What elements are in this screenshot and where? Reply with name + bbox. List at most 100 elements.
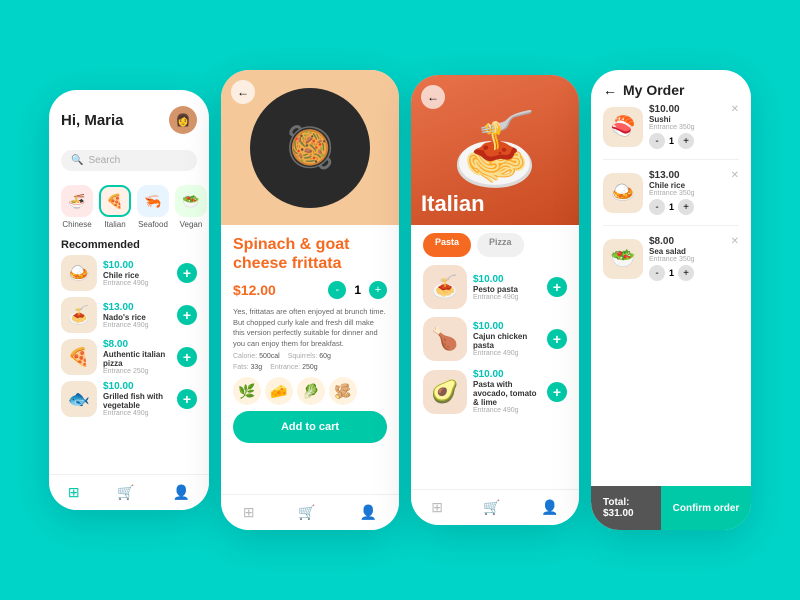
- food-list: 🍛 $10.00 Chile rice Entrance 490g + 🍝 $1…: [49, 255, 209, 417]
- nav-home-icon-3[interactable]: ⊞: [431, 499, 443, 516]
- food-thumb-0: 🍛: [61, 255, 97, 291]
- nav-profile-icon-3[interactable]: 👤: [541, 499, 558, 516]
- screens-container: Hi, Maria 👩 🔍 Search 🍜 Chinese 🍕 Italian…: [49, 70, 751, 530]
- search-bar[interactable]: 🔍 Search: [61, 150, 197, 171]
- list-item: 🍛 $10.00 Chile rice Entrance 490g +: [61, 255, 197, 291]
- food-info-2: $8.00 Authentic italian pizza Entrance 2…: [103, 339, 171, 375]
- back-button-2[interactable]: ←: [421, 85, 445, 109]
- order-decrease-1[interactable]: -: [649, 199, 665, 215]
- home-header: Hi, Maria 👩: [49, 90, 209, 142]
- nav-cart-icon-3[interactable]: 🛒: [483, 499, 500, 516]
- order-title: My Order: [623, 82, 684, 98]
- back-btn-order[interactable]: ←: [603, 82, 617, 98]
- add-button-1[interactable]: +: [177, 305, 197, 325]
- order-decrease-0[interactable]: -: [649, 133, 665, 149]
- remove-item-2[interactable]: ✕: [731, 236, 739, 247]
- nutrition-info: Calorie: 500cal Squirrels: 60g: [233, 353, 387, 360]
- food-sub-2: Entrance 250g: [103, 368, 171, 375]
- list-item: 🥑 $10.00 Pasta with avocado, tomato & li…: [423, 369, 567, 414]
- add-button-3[interactable]: +: [177, 389, 197, 409]
- add-button-2[interactable]: +: [177, 347, 197, 367]
- menu-add-btn-1[interactable]: +: [547, 329, 567, 349]
- menu-list: 🍝 $10.00 Pesto pasta Entrance 490g + 🍗 $…: [411, 265, 579, 414]
- greeting-row: Hi, Maria 👩: [61, 106, 197, 134]
- ingredient-1: 🧀: [265, 377, 293, 405]
- food-thumb-2: 🍕: [61, 339, 97, 375]
- menu-price-1: $10.00: [473, 321, 541, 332]
- category-italian[interactable]: 🍕 Italian: [99, 185, 131, 229]
- order-info-2: $8.00 Sea salad Entrance 350g - 1 +: [649, 236, 739, 281]
- menu-thumb-2: 🥑: [423, 370, 467, 414]
- order-sub-2: Entrance 350g: [649, 256, 739, 263]
- food-thumb-1: 🍝: [61, 297, 97, 333]
- order-name-0: Sushi: [649, 115, 739, 124]
- order-list: 🍣 $10.00 Sushi Entrance 350g - 1 + ✕ 🍛: [591, 104, 751, 281]
- dish-title: Spinach & goat cheese frittata: [233, 235, 387, 273]
- list-item: 🥗 $8.00 Sea salad Entrance 350g - 1 + ✕: [603, 236, 739, 281]
- menu-name-1: Cajun chicken pasta: [473, 332, 541, 350]
- menu-add-btn-2[interactable]: +: [547, 382, 567, 402]
- bottom-nav-1: ⊞ 🛒 👤: [49, 474, 209, 510]
- order-thumb-2: 🥗: [603, 239, 643, 279]
- ingredient-2: 🥬: [297, 377, 325, 405]
- food-price-2: $8.00: [103, 339, 171, 350]
- nutrition-calorie: Calorie: 500cal: [233, 353, 280, 360]
- menu-add-btn-0[interactable]: +: [547, 277, 567, 297]
- order-sub-0: Entrance 350g: [649, 124, 739, 131]
- menu-info-2: $10.00 Pasta with avocado, tomato & lime…: [473, 369, 541, 414]
- order-qty-num-2: 1: [669, 268, 674, 278]
- menu-name-2: Pasta with avocado, tomato & lime: [473, 380, 541, 407]
- menu-price-0: $10.00: [473, 274, 541, 285]
- menu-name-0: Pesto pasta: [473, 285, 541, 294]
- menu-sub-1: Entrance 490g: [473, 350, 541, 357]
- nav-home-icon[interactable]: ⊞: [68, 484, 80, 501]
- tab-pasta[interactable]: Pasta: [423, 233, 471, 257]
- food-info-1: $13.00 Nado's rice Entrance 490g: [103, 302, 171, 329]
- order-qty-0: - 1 +: [649, 133, 739, 149]
- category-tabs: Pasta Pizza: [411, 225, 579, 265]
- list-item: 🍝 $13.00 Nado's rice Entrance 490g +: [61, 297, 197, 333]
- add-to-cart-button[interactable]: Add to cart: [233, 411, 387, 443]
- category-chinese[interactable]: 🍜 Chinese: [61, 185, 93, 229]
- category-vegan[interactable]: 🥗 Vegan: [175, 185, 207, 229]
- confirm-order-button[interactable]: Confirm order: [661, 486, 751, 530]
- food-info-3: $10.00 Grilled fish with vegetable Entra…: [103, 381, 171, 417]
- category-icon-seafood: 🦐: [137, 185, 169, 217]
- nav-profile-icon[interactable]: 👤: [173, 484, 190, 501]
- categories-row: 🍜 Chinese 🍕 Italian 🦐 Seafood 🥗 Vegan: [49, 179, 209, 235]
- screen-category: 🍝 ← Italian Pasta Pizza 🍝 $10.00 Pesto p…: [411, 75, 579, 525]
- category-title: Italian: [421, 191, 485, 217]
- order-increase-2[interactable]: +: [678, 265, 694, 281]
- order-name-2: Sea salad: [649, 247, 739, 256]
- nav-cart-icon-2[interactable]: 🛒: [298, 504, 315, 521]
- bottom-nav-3: ⊞ 🛒 👤: [411, 489, 579, 525]
- list-item: 🍣 $10.00 Sushi Entrance 350g - 1 + ✕: [603, 104, 739, 149]
- remove-item-1[interactable]: ✕: [731, 170, 739, 181]
- order-thumb-0: 🍣: [603, 107, 643, 147]
- order-decrease-2[interactable]: -: [649, 265, 665, 281]
- qty-increase-btn[interactable]: +: [369, 281, 387, 299]
- list-item: 🍝 $10.00 Pesto pasta Entrance 490g +: [423, 265, 567, 309]
- category-seafood[interactable]: 🦐 Seafood: [137, 185, 169, 229]
- food-info-0: $10.00 Chile rice Entrance 490g: [103, 260, 171, 287]
- order-increase-0[interactable]: +: [678, 133, 694, 149]
- nav-home-icon-2[interactable]: ⊞: [243, 504, 255, 521]
- remove-item-0[interactable]: ✕: [731, 104, 739, 115]
- food-sub-0: Entrance 490g: [103, 280, 171, 287]
- food-price-1: $13.00: [103, 302, 171, 313]
- ingredient-3: 🫚: [329, 377, 357, 405]
- tab-pizza[interactable]: Pizza: [477, 233, 524, 257]
- qty-decrease-btn[interactable]: -: [328, 281, 346, 299]
- food-name-1: Nado's rice: [103, 313, 171, 322]
- order-increase-1[interactable]: +: [678, 199, 694, 215]
- nav-profile-icon-2[interactable]: 👤: [360, 504, 377, 521]
- category-top-image: 🍝 ← Italian: [411, 75, 579, 225]
- nutrition-squirrels: Squirrels: 60g: [288, 353, 331, 360]
- nav-cart-icon[interactable]: 🛒: [117, 484, 134, 501]
- divider: [603, 159, 739, 160]
- back-button[interactable]: ←: [231, 80, 255, 104]
- order-info-1: $13.00 Chile rice Entrance 350g - 1 +: [649, 170, 739, 215]
- add-button-0[interactable]: +: [177, 263, 197, 283]
- dish-image: 🥘: [250, 88, 370, 208]
- food-price-3: $10.00: [103, 381, 171, 392]
